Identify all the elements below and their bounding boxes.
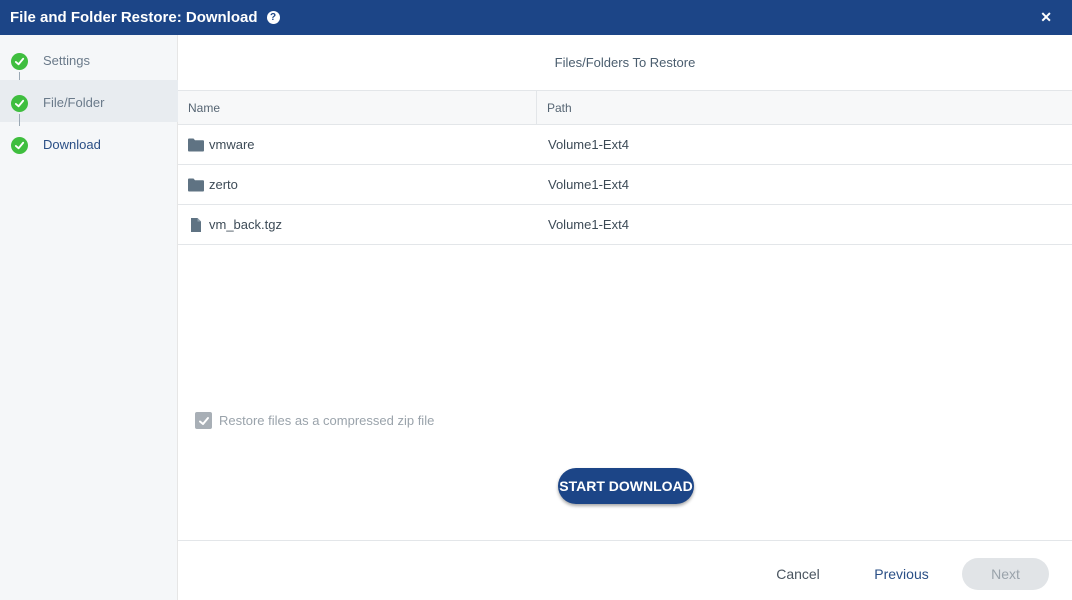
step-label: Download (43, 137, 101, 152)
next-button[interactable]: Next (962, 558, 1049, 590)
zip-option-label: Restore files as a compressed zip file (219, 413, 435, 428)
folder-icon (188, 138, 204, 151)
check-icon (11, 95, 28, 112)
help-icon[interactable]: ? (266, 11, 280, 24)
table-row[interactable]: vm_back.tgz Volume1-Ext4 (178, 205, 1072, 245)
step-download[interactable]: Download (0, 122, 178, 164)
step-settings[interactable]: Settings (0, 38, 178, 80)
row-name: vm_back.tgz (209, 217, 282, 232)
dialog-title: File and Folder Restore: Download (10, 9, 258, 26)
zip-checkbox[interactable] (195, 412, 212, 429)
column-header-name[interactable]: Name (178, 91, 537, 124)
column-header-path[interactable]: Path (537, 91, 572, 124)
section-title: Files/Folders To Restore (554, 55, 696, 70)
row-path: Volume1-Ext4 (548, 137, 629, 152)
row-path: Volume1-Ext4 (548, 217, 629, 232)
start-download-button[interactable]: START DOWNLOAD (558, 468, 694, 504)
step-label: Settings (43, 53, 90, 68)
file-icon (191, 217, 201, 232)
row-name: vmware (209, 137, 255, 152)
restore-table: Name Path vmware Volume1-Ext4 zerto Volu… (178, 90, 1072, 245)
dialog-footer: Cancel Previous Next (178, 540, 1072, 600)
main-panel: Files/Folders To Restore Name Path vmwar… (178, 35, 1072, 600)
row-path: Volume1-Ext4 (548, 177, 629, 192)
check-icon (11, 137, 28, 154)
table-row[interactable]: zerto Volume1-Ext4 (178, 165, 1072, 205)
cancel-button[interactable]: Cancel (768, 558, 828, 590)
checkmark-icon (198, 416, 209, 425)
folder-icon (188, 178, 204, 191)
table-row[interactable]: vmware Volume1-Ext4 (178, 125, 1072, 165)
dialog-titlebar: File and Folder Restore: Download ? ✕ (0, 0, 1072, 35)
row-name: zerto (209, 177, 238, 192)
step-file-folder[interactable]: File/Folder (0, 80, 178, 122)
wizard-sidebar: Settings File/Folder Download (0, 35, 178, 600)
close-icon[interactable]: ✕ (1040, 8, 1052, 26)
step-label: File/Folder (43, 95, 105, 110)
check-icon (11, 53, 28, 70)
table-header: Name Path (178, 90, 1072, 125)
zip-option: Restore files as a compressed zip file (195, 412, 434, 429)
previous-button[interactable]: Previous (868, 558, 935, 590)
